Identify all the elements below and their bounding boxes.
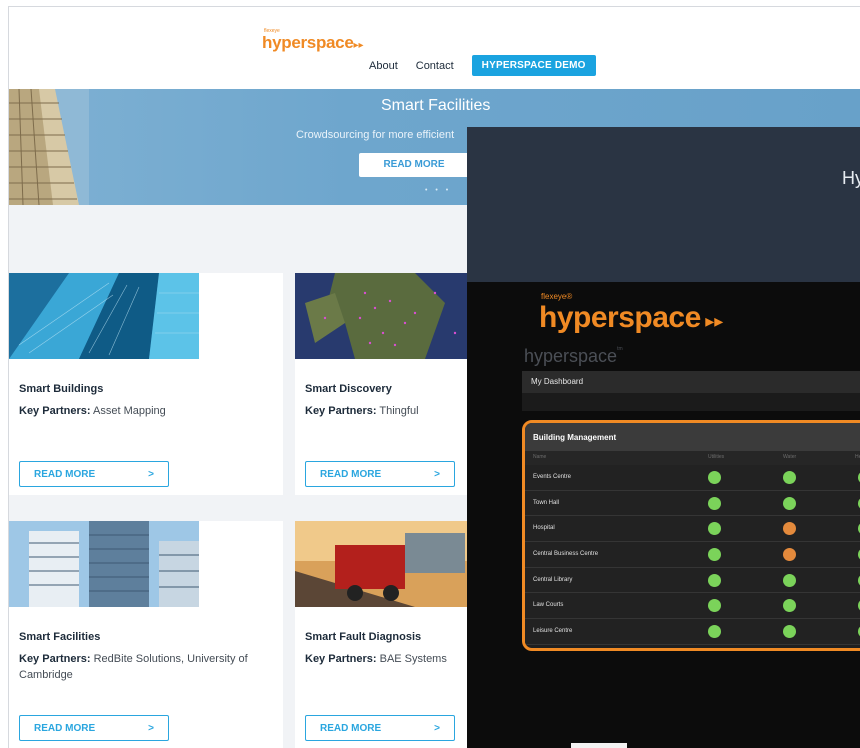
double-arrow-icon: ▸▸: [705, 311, 724, 331]
nav-contact-link[interactable]: Contact: [416, 60, 454, 72]
hyperspace-demo-button[interactable]: HYPERSPACE DEMO: [471, 55, 596, 76]
status-dot-icon: [783, 599, 796, 613]
status-dot-icon: [783, 625, 796, 639]
status-dot-icon: [708, 471, 721, 484]
status-dot-icon: [708, 625, 721, 639]
hero-read-more-button[interactable]: READ MORE: [359, 153, 469, 177]
status-dot-icon: [708, 522, 721, 536]
chevron-right-icon: >: [148, 468, 154, 480]
hero-subtitle: Crowdsourcing for more efficient: [296, 129, 455, 141]
smart-buildings-image: [9, 273, 199, 359]
my-dashboard-label: My Dashboard: [531, 377, 584, 386]
carousel-dots[interactable]: • • •: [425, 187, 451, 194]
column-headers: Name Utilities Water He: [525, 451, 860, 465]
status-dot-icon: [783, 471, 796, 484]
status-dot-icon: [783, 548, 796, 562]
card-read-more-button[interactable]: READ MORE >: [305, 715, 455, 741]
overlay-title: Hy: [842, 168, 860, 188]
card-smart-discovery: Smart Discovery Key Partners: Thingful R…: [295, 273, 495, 495]
hyperspace-logo[interactable]: flexeye hyperspace▸▸: [262, 29, 364, 53]
card-smart-buildings: Smart Buildings Key Partners: Asset Mapp…: [9, 273, 283, 495]
flexeye-hyperspace-logo: flexeye® hyperspace ▸▸: [539, 292, 723, 335]
table-row[interactable]: Law Courts: [525, 593, 860, 620]
table-row[interactable]: Hospital: [525, 516, 860, 543]
dashboard-menu-bar[interactable]: My Dashboard: [522, 371, 860, 393]
building-name: Leisure Centre: [533, 628, 573, 635]
table-row[interactable]: Central Business Centre: [525, 542, 860, 568]
card-title: Smart Discovery: [305, 383, 392, 395]
status-dot-icon: [708, 573, 721, 587]
building-name: Town Hall: [533, 499, 560, 506]
card-title: Smart Fault Diagnosis: [305, 631, 422, 643]
table-row[interactable]: Central Library: [525, 567, 860, 594]
chevron-right-icon: >: [148, 722, 154, 734]
dashboard-app-logo: hyperspacetm: [524, 346, 623, 366]
chevron-right-icon: >: [434, 722, 440, 734]
building-name: Central Library: [533, 576, 573, 583]
building-name: Central Business Centre: [533, 551, 599, 558]
flexeye-wordmark: flexeye®: [541, 292, 573, 301]
hyperspace-wordmark: hyperspace: [539, 301, 701, 334]
building-name: Law Courts: [533, 602, 564, 609]
card-partners: Key Partners: RedBite Solutions, Univers…: [19, 653, 248, 681]
overlay-header: Hy: [467, 127, 860, 282]
dashboard-toolbar-strip: [522, 393, 860, 411]
chevron-right-icon: >: [434, 468, 440, 480]
card-read-more-button[interactable]: READ MORE >: [19, 715, 169, 741]
card-title: Smart Facilities: [19, 631, 101, 643]
column-header: Name: [533, 454, 547, 460]
card-read-more-button[interactable]: READ MORE >: [19, 461, 169, 487]
card-partners: Key Partners: BAE Systems: [305, 653, 447, 665]
panel-title: Building Management: [525, 423, 860, 451]
status-dot-icon: [708, 548, 721, 562]
status-dot-icon: [708, 599, 721, 613]
card-read-more-button[interactable]: READ MORE >: [305, 461, 455, 487]
hero-building-image: [9, 89, 89, 205]
status-dot-icon: [783, 573, 796, 587]
card-partners: Key Partners: Asset Mapping: [19, 405, 166, 417]
building-management-panel: Building Management Name Utilities Water…: [522, 420, 860, 651]
logo-arrows-icon: ▸▸: [353, 40, 364, 51]
status-dot-icon: [783, 496, 796, 510]
table-row[interactable]: Leisure Centre: [525, 619, 860, 645]
column-header: He: [855, 454, 860, 460]
table-row[interactable]: Events Centre: [525, 465, 860, 491]
column-header: Water: [783, 454, 797, 460]
card-partners: Key Partners: Thingful: [305, 405, 419, 417]
dashboard-screenshot: flexeye® hyperspace ▸▸ hyperspacetm My D…: [467, 282, 860, 748]
card-smart-fault-diagnosis: Smart Fault Diagnosis Key Partners: BAE …: [295, 521, 495, 748]
card-smart-facilities: Smart Facilities Key Partners: RedBite S…: [9, 521, 283, 748]
truck-image: [295, 521, 485, 607]
table-row[interactable]: Town Hall: [525, 490, 860, 517]
column-header: Utilities: [708, 454, 725, 460]
card-title: Smart Buildings: [19, 383, 104, 395]
smart-discovery-map-image: [295, 273, 485, 359]
nav-about-link[interactable]: About: [369, 60, 398, 72]
status-dot-icon: [783, 522, 796, 536]
hyperspace-overlay-window: Hy flexeye® hyperspace ▸▸ hyperspacetm M…: [467, 127, 860, 748]
building-name: Events Centre: [533, 474, 572, 480]
main-nav: About Contact HYPERSPACE DEMO: [369, 55, 596, 76]
status-dot-icon: [708, 496, 721, 510]
smart-facilities-image: [9, 521, 199, 607]
logo-word: hyperspace: [262, 33, 354, 52]
building-rows: Events Centre Town Hall Hospital Central Bu…: [525, 465, 860, 645]
panel-tab-indicator: [571, 743, 627, 748]
site-header: flexeye hyperspace▸▸ About Contact HYPER…: [9, 7, 860, 89]
building-name: Hospital: [533, 525, 555, 532]
